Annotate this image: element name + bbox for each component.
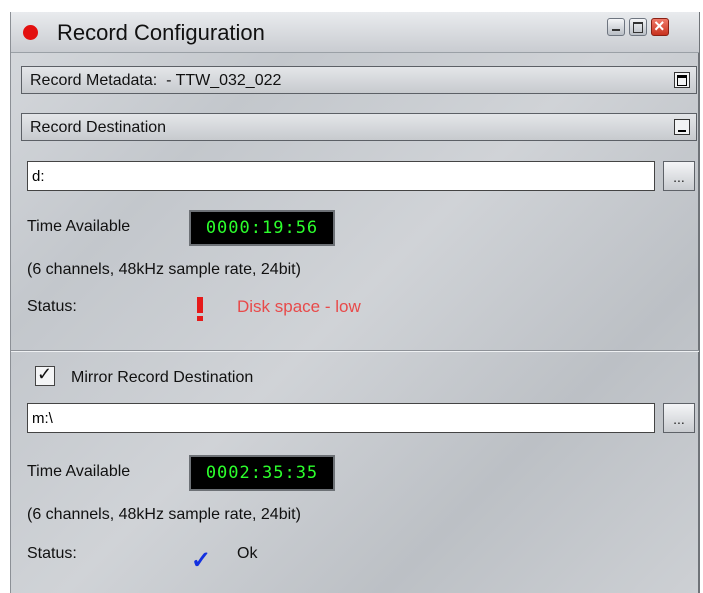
mirror-time-available-display: 0002:35:35 xyxy=(189,455,335,491)
metadata-prefix: Record Metadata: - xyxy=(30,72,176,89)
destination-status-label: Status: xyxy=(27,298,77,315)
destination-status-text: Disk space - low xyxy=(237,297,361,316)
mirror-status-text: Ok xyxy=(237,545,258,562)
checkmark-box-icon: ✓ xyxy=(37,364,53,384)
record-destination-panel-header[interactable]: Record Destination xyxy=(21,113,697,141)
title-bar[interactable]: Record Configuration xyxy=(11,12,699,53)
mirror-path-input[interactable] xyxy=(27,403,655,433)
record-dot-icon xyxy=(23,25,38,40)
destination-path-input[interactable] xyxy=(27,161,655,191)
mirror-format-info: (6 channels, 48kHz sample rate, 24bit) xyxy=(27,506,301,523)
take-name: TTW_032_022 xyxy=(175,72,282,89)
mirror-destination-label[interactable]: Mirror Record Destination xyxy=(71,369,253,387)
mirror-status-label: Status: xyxy=(27,545,77,562)
destination-format-info: (6 channels, 48kHz sample rate, 24bit) xyxy=(27,261,301,278)
record-metadata-label: Record Metadata: - TTW_032_022 xyxy=(30,72,281,90)
collapse-destination-button[interactable] xyxy=(674,119,690,135)
destination-time-available-display: 0000:19:56 xyxy=(189,210,335,246)
record-destination-label: Record Destination xyxy=(30,119,167,136)
record-metadata-panel-header[interactable]: Record Metadata: - TTW_032_022 xyxy=(21,66,697,94)
window-title: Record Configuration xyxy=(57,20,265,45)
destination-time-available-label: Time Available xyxy=(27,218,131,235)
record-configuration-window: Record Configuration Record Metadata: - … xyxy=(10,12,700,593)
mirror-destination-checkbox[interactable]: ✓ xyxy=(35,364,55,386)
checkmark-icon: ✓ xyxy=(191,547,212,574)
maximize-button[interactable] xyxy=(629,18,647,36)
section-divider xyxy=(11,350,699,351)
destination-browse-button[interactable]: ... xyxy=(663,161,695,191)
expand-metadata-button[interactable] xyxy=(674,72,690,88)
close-button[interactable] xyxy=(651,16,669,37)
mirror-browse-button[interactable]: ... xyxy=(663,403,695,433)
mirror-time-available-label: Time Available xyxy=(27,463,131,480)
minimize-button[interactable] xyxy=(607,18,625,36)
